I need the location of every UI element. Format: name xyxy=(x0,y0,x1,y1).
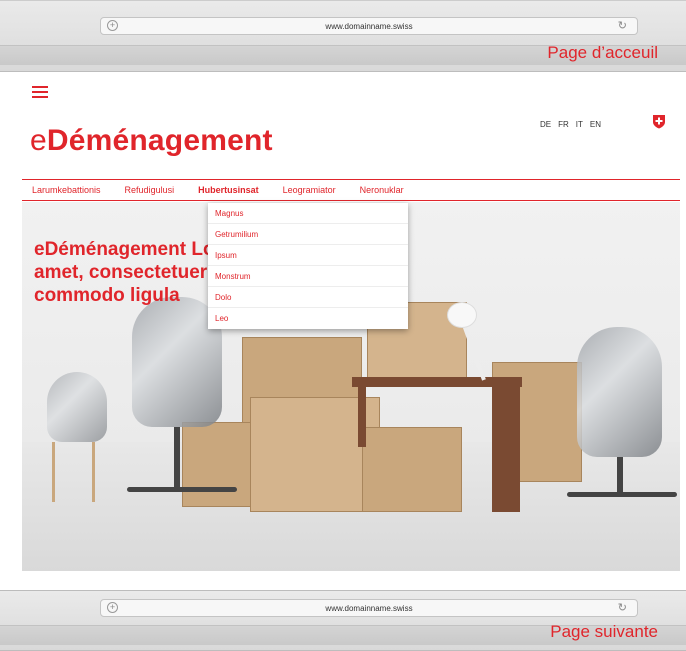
page-label: Page d’acceuil xyxy=(547,43,658,62)
language-switch: DE FR IT EN xyxy=(540,120,601,129)
desk xyxy=(352,377,522,387)
address-bar[interactable]: + www.domainname.swiss ↻ xyxy=(100,599,638,617)
nav-dropdown: Magnus Getrumilium Ipsum Monstrum Dolo L… xyxy=(208,203,408,329)
nav-item-neronuklar[interactable]: Neronuklar xyxy=(348,181,416,199)
lang-fr[interactable]: FR xyxy=(558,120,569,129)
add-tab-icon[interactable]: + xyxy=(107,602,118,613)
page-label: Page suivante xyxy=(550,622,658,641)
dropdown-item-monstrum[interactable]: Monstrum xyxy=(208,266,408,287)
desk-leg xyxy=(358,387,366,447)
nav-item-larumkebattionis[interactable]: Larumkebattionis xyxy=(22,181,113,199)
nav-item-hubertusinsat[interactable]: Hubertusinsat xyxy=(186,181,271,199)
swiss-shield-icon xyxy=(653,115,665,129)
lang-it[interactable]: IT xyxy=(576,120,583,129)
logo-word: Déménagement xyxy=(46,124,273,157)
logo-prefix: e xyxy=(30,124,47,157)
dropdown-item-dolo[interactable]: Dolo xyxy=(208,287,408,308)
address-bar[interactable]: + www.domainname.swiss ↻ xyxy=(100,17,638,35)
chair-leg xyxy=(174,427,180,487)
lang-de[interactable]: DE xyxy=(540,120,551,129)
reload-icon[interactable]: ↻ xyxy=(618,19,627,32)
add-tab-icon[interactable]: + xyxy=(107,20,118,31)
browser-bar-bottom: + www.domainname.swiss ↻ Page suivante xyxy=(0,590,686,651)
chair-leg xyxy=(617,457,623,497)
site-logo[interactable]: eDéménagement xyxy=(30,124,273,158)
lang-en[interactable]: EN xyxy=(590,120,601,129)
nav-item-leogramiator[interactable]: Leogramiator xyxy=(271,181,348,199)
box xyxy=(362,427,462,512)
url-text: www.domainname.swiss xyxy=(325,21,413,31)
side-chair xyxy=(47,372,107,442)
chair-leg xyxy=(52,442,55,502)
nav-item-refudigulusi[interactable]: Refudigulusi xyxy=(113,181,187,199)
main-nav: Larumkebattionis Refudigulusi Hubertusin… xyxy=(22,179,680,201)
url-text: www.domainname.swiss xyxy=(325,603,413,613)
chair-base xyxy=(127,487,237,492)
dropdown-item-getrumilium[interactable]: Getrumilium xyxy=(208,224,408,245)
dropdown-item-leo[interactable]: Leo xyxy=(208,308,408,329)
dropdown-item-magnus[interactable]: Magnus xyxy=(208,203,408,224)
browser-bar-top: + www.domainname.swiss ↻ Page d’acceuil xyxy=(0,0,686,72)
office-chair xyxy=(577,327,662,457)
reload-icon[interactable]: ↻ xyxy=(618,601,627,614)
chair-base xyxy=(567,492,677,497)
chair-leg xyxy=(92,442,95,502)
desk-leg xyxy=(492,387,520,512)
menu-icon[interactable] xyxy=(32,86,48,98)
dropdown-item-ipsum[interactable]: Ipsum xyxy=(208,245,408,266)
